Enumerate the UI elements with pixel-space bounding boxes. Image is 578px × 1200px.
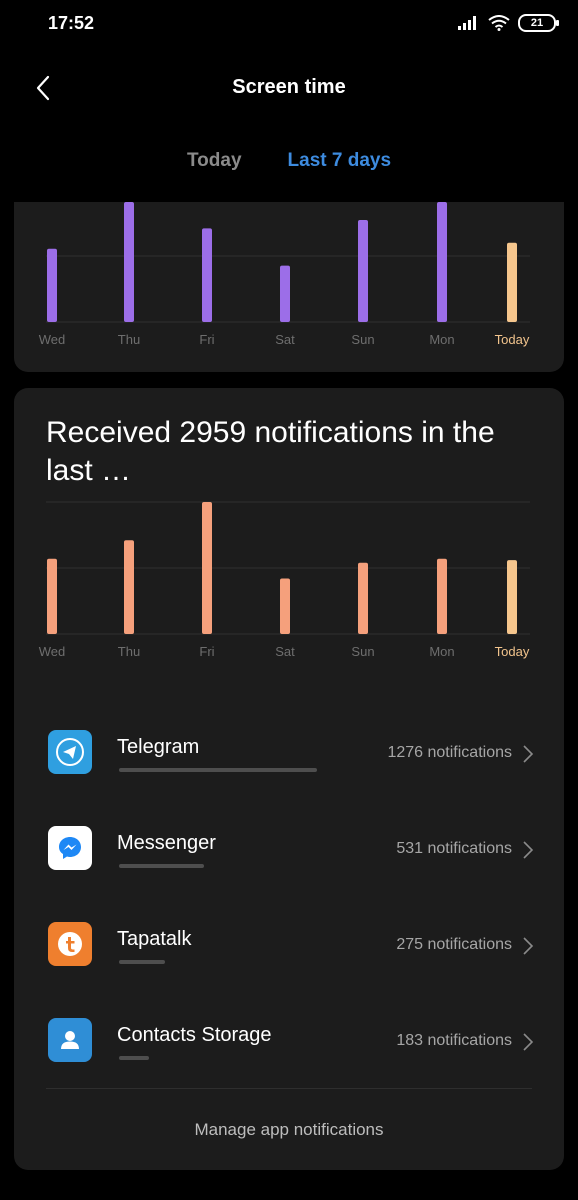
app-row-telegram[interactable]: Telegram 1276 notifications: [14, 730, 564, 800]
app-row-tapatalk[interactable]: Tapatalk 275 notifications: [14, 922, 564, 992]
bar-today[interactable]: [507, 560, 517, 634]
notifications-chart: Wed Thu Fri Sat Sun Mon Today: [14, 496, 564, 666]
bar-mon[interactable]: [437, 558, 447, 634]
chevron-right-icon: [523, 745, 534, 763]
usage-chart: Wed Thu Fri Sat Sun Mon Today: [14, 202, 564, 362]
status-time: 17:52: [48, 13, 95, 33]
wifi-icon: [488, 15, 510, 31]
day-label-sat: Sat: [275, 332, 295, 347]
day-label-fri: Fri: [199, 644, 214, 659]
bar-sun[interactable]: [358, 562, 368, 634]
day-label-sat: Sat: [275, 644, 295, 659]
app-share-bar: [119, 1056, 149, 1060]
bar-fri[interactable]: [202, 502, 212, 634]
bar-mon[interactable]: [437, 202, 447, 322]
notifications-summary-title: Received 2959 notifications in the last …: [46, 416, 495, 487]
app-name: Telegram: [117, 736, 200, 758]
tab-last-7-days[interactable]: Last 7 days: [288, 150, 392, 186]
bar-thu[interactable]: [124, 540, 134, 634]
app-notification-count: 1276 notifications: [387, 744, 512, 761]
bar-fri[interactable]: [202, 228, 212, 322]
battery-level: 21: [530, 17, 544, 29]
header: Screen time: [0, 60, 578, 116]
status-bar: 17:52 21: [0, 0, 578, 48]
app-row-messenger[interactable]: Messenger 531 notifications: [14, 826, 564, 896]
app-notification-count: 531 notifications: [396, 840, 512, 857]
bar-today[interactable]: [507, 242, 517, 322]
chevron-right-icon: [523, 1033, 534, 1051]
day-label-mon: Mon: [429, 332, 454, 347]
app-name: Contacts Storage: [117, 1024, 272, 1046]
app-share-bar: [119, 960, 165, 964]
tapatalk-icon: [48, 922, 92, 966]
day-label-wed: Wed: [39, 332, 66, 347]
contacts-icon: [48, 1018, 92, 1062]
app-row-contacts-storage[interactable]: Contacts Storage 183 notifications: [14, 1018, 564, 1088]
telegram-icon: [48, 730, 92, 774]
signal-icon: [458, 16, 476, 30]
divider: [46, 1088, 532, 1089]
bar-thu[interactable]: [124, 202, 134, 322]
notifications-chart-svg: Wed Thu Fri Sat Sun Mon Today: [39, 501, 530, 659]
day-label-fri: Fri: [199, 332, 214, 347]
battery-icon: 21: [518, 14, 559, 32]
bar-sat[interactable]: [280, 578, 290, 634]
chevron-right-icon: [523, 937, 534, 955]
messenger-icon: [48, 826, 92, 870]
tab-today[interactable]: Today: [187, 150, 242, 186]
bar-wed[interactable]: [47, 558, 57, 634]
bar-sat[interactable]: [280, 265, 290, 322]
page-title: Screen time: [232, 76, 346, 98]
usage-chart-svg: Wed Thu Fri Sat Sun Mon Today: [39, 202, 530, 347]
day-label-today: Today: [495, 644, 530, 659]
usage-chart-card: Wed Thu Fri Sat Sun Mon Today: [14, 202, 564, 372]
day-label-wed: Wed: [39, 644, 66, 659]
app-share-bar: [119, 864, 204, 868]
bar-wed[interactable]: [47, 248, 57, 322]
chevron-right-icon: [523, 841, 534, 859]
day-label-sun: Sun: [351, 644, 374, 659]
app-name: Messenger: [117, 832, 216, 854]
app-name: Tapatalk: [117, 928, 192, 950]
day-label-thu: Thu: [118, 332, 140, 347]
app-share-bar: [119, 768, 317, 772]
notifications-card: Received 2959 notifications in the last …: [14, 388, 564, 1170]
app-notification-count: 275 notifications: [396, 936, 512, 953]
day-label-today: Today: [495, 332, 530, 347]
manage-app-notifications-link[interactable]: Manage app notifications: [14, 1120, 564, 1140]
app-notification-count: 183 notifications: [396, 1032, 512, 1049]
status-icons: 21: [458, 14, 559, 32]
day-label-mon: Mon: [429, 644, 454, 659]
period-tabs: Today Last 7 days: [0, 150, 578, 186]
day-label-thu: Thu: [118, 644, 140, 659]
bar-sun[interactable]: [358, 220, 368, 322]
day-label-sun: Sun: [351, 332, 374, 347]
